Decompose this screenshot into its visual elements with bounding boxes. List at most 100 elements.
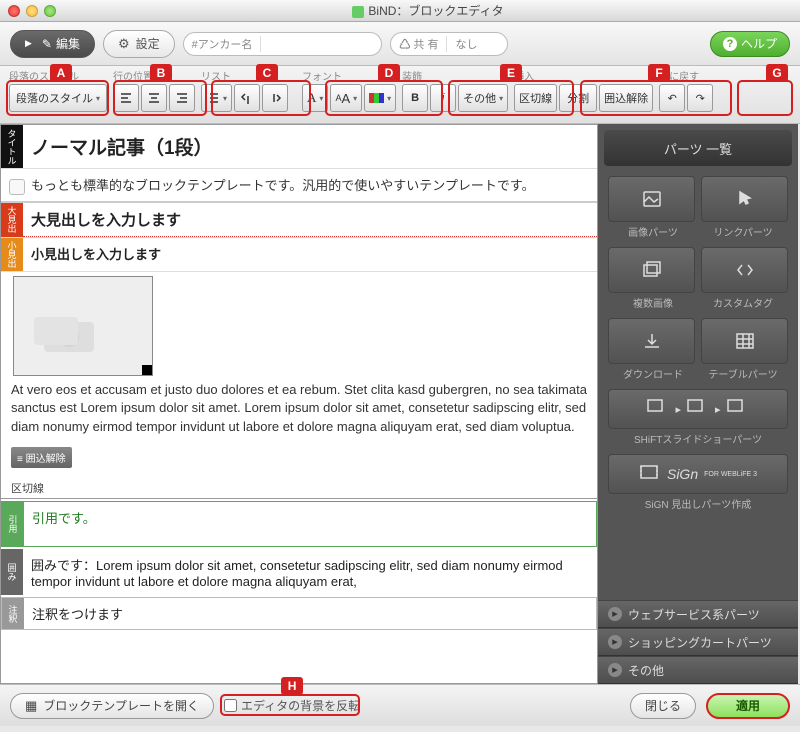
film-icon <box>639 463 661 485</box>
align-left-icon <box>119 91 133 105</box>
article-title[interactable]: ノーマル記事（1段） <box>23 125 597 168</box>
indent-button[interactable] <box>262 84 288 112</box>
redo-button[interactable]: ↷ <box>687 84 713 112</box>
italic-button[interactable]: i <box>430 84 456 112</box>
article-description[interactable]: もっとも標準的なブロックテンプレートです。汎用的で使いやすいテンプレートです。 <box>1 169 597 203</box>
image-part-button[interactable] <box>608 176 695 222</box>
paragraph-style-dropdown[interactable]: 段落のスタイル <box>9 84 107 112</box>
badge-g: G <box>766 64 788 82</box>
close-button[interactable]: 閉じる <box>630 693 696 719</box>
zoom-window-icon[interactable] <box>44 5 56 17</box>
split-button[interactable]: 分割 <box>559 84 597 112</box>
badge-h: H <box>281 677 303 695</box>
stack-icon <box>641 259 663 281</box>
h2-tag: 小見出 <box>1 238 23 271</box>
undo-button[interactable]: ↶ <box>659 84 685 112</box>
heading-1[interactable]: 大見出しを入力します <box>23 203 597 237</box>
table-button[interactable] <box>701 318 788 364</box>
font-family-button[interactable]: A <box>302 84 328 112</box>
download-button[interactable] <box>608 318 695 364</box>
image-part-label: 画像パーツ <box>608 224 698 239</box>
invert-bg-checkbox[interactable]: H エディタの背景を反転 <box>224 697 360 714</box>
slide-icon <box>647 398 669 420</box>
multi-image-label: 複数画像 <box>608 295 698 310</box>
editor-canvas[interactable]: タイトル ノーマル記事（1段） もっとも標準的なブロックテンプレートです。汎用的… <box>0 124 598 684</box>
outdent-icon <box>240 91 254 105</box>
note-block[interactable]: 注釈 注釈をつけます <box>1 597 597 630</box>
other-decor-button[interactable]: その他 <box>458 84 508 112</box>
heading-2[interactable]: 小見出しを入力します <box>23 238 597 271</box>
quote-tag: 引用 <box>2 502 24 546</box>
minimize-window-icon[interactable] <box>26 5 38 17</box>
share-field[interactable]: ♺ 共 有なし <box>390 32 508 56</box>
unwrap-button[interactable]: 囲込解除 <box>599 84 653 112</box>
unwrap-chip[interactable]: 囲込解除 <box>11 447 72 468</box>
share-value: なし <box>447 36 507 52</box>
table-icon <box>734 330 756 352</box>
edit-button[interactable]: ✎編集 <box>10 30 95 58</box>
toolbar-group-insert: 挿入 区切線 分割 囲込解除 <box>511 68 656 119</box>
main-area: タイトル ノーマル記事（1段） もっとも標準的なブロックテンプレートです。汎用的… <box>0 124 800 684</box>
badge-e: E <box>500 64 522 82</box>
traffic-lights <box>8 5 56 17</box>
accordion-shopping[interactable]: ショッピングカートパーツ <box>598 628 798 656</box>
share-label: ♺ 共 有 <box>391 36 447 52</box>
camera-icon <box>34 302 114 362</box>
code-icon <box>734 259 756 281</box>
align-center-button[interactable] <box>141 84 167 112</box>
slide-icon <box>727 398 749 420</box>
bold-button[interactable]: B <box>402 84 428 112</box>
image-icon <box>641 188 663 210</box>
highlight-g <box>737 80 793 116</box>
font-color-button[interactable] <box>364 84 396 112</box>
accordion-other[interactable]: その他 <box>598 656 798 684</box>
image-placeholder[interactable] <box>13 276 153 376</box>
quote-block[interactable]: 引用 引用です。 <box>1 501 597 547</box>
invert-bg-input[interactable] <box>224 699 237 712</box>
link-part-button[interactable] <box>701 176 788 222</box>
slideshow-label: SHiFTスライドショーパーツ <box>598 431 798 446</box>
settings-button[interactable]: 設定 <box>103 30 175 58</box>
sign-button[interactable]: SiGnFOR WEBLiFE 3 <box>608 454 788 494</box>
multi-image-button[interactable] <box>608 247 695 293</box>
pencil-icon: ✎ <box>42 37 52 51</box>
accordion-webservice[interactable]: ウェブサービス系パーツ <box>598 600 798 628</box>
download-icon <box>641 330 663 352</box>
align-center-icon <box>147 91 161 105</box>
box-block[interactable]: 囲み 囲みです：Lorem ipsum dolor sit amet, cons… <box>1 549 597 595</box>
download-label: ダウンロード <box>608 366 698 381</box>
box-text[interactable]: 囲みです：Lorem ipsum dolor sit amet, consete… <box>23 549 597 595</box>
parts-sidebar: パーツ 一覧 画像パーツリンクパーツ 複数画像カスタムタグ ダウンロードテーブル… <box>598 124 798 684</box>
badge-f: F <box>648 64 670 82</box>
apply-button[interactable]: 適用 <box>706 693 790 719</box>
window-title: BiND：ブロックエディタ <box>64 2 792 19</box>
anchor-field[interactable]: #アンカー名 <box>183 32 383 56</box>
separator-label: 区切線 <box>1 478 597 499</box>
title-tag: タイトル <box>1 125 23 168</box>
sidebar-header: パーツ 一覧 <box>604 130 792 166</box>
topbar: ✎編集 設定 #アンカー名 ♺ 共 有なし ヘルプ <box>0 22 800 66</box>
close-window-icon[interactable] <box>8 5 20 17</box>
slideshow-button[interactable]: ▸▸ <box>608 389 788 429</box>
badge-c: C <box>256 64 278 82</box>
align-right-button[interactable] <box>169 84 195 112</box>
quote-text[interactable]: 引用です。 <box>24 502 596 546</box>
body-text[interactable]: At vero eos et accusam et justo duo dolo… <box>1 381 597 444</box>
custom-tag-button[interactable] <box>701 247 788 293</box>
group-label: 装飾 <box>402 68 508 82</box>
font-size-button[interactable]: AA <box>330 84 362 112</box>
h1-tag: 大見出 <box>1 203 23 237</box>
note-tag: 注釈 <box>2 598 24 629</box>
list-button[interactable] <box>201 84 232 112</box>
slide-icon <box>687 398 709 420</box>
help-button[interactable]: ヘルプ <box>710 31 790 57</box>
separator-button[interactable]: 区切線 <box>514 84 557 112</box>
toolbar-group-decor: 装飾 B i その他 <box>399 68 511 119</box>
outdent-button[interactable] <box>234 84 260 112</box>
note-text[interactable]: 注釈をつけます <box>24 598 596 629</box>
open-template-button[interactable]: ブロックテンプレートを開く <box>10 693 214 719</box>
anchor-label: #アンカー名 <box>184 36 262 52</box>
custom-tag-label: カスタムタグ <box>698 295 788 310</box>
link-part-label: リンクパーツ <box>698 224 788 239</box>
align-left-button[interactable] <box>113 84 139 112</box>
